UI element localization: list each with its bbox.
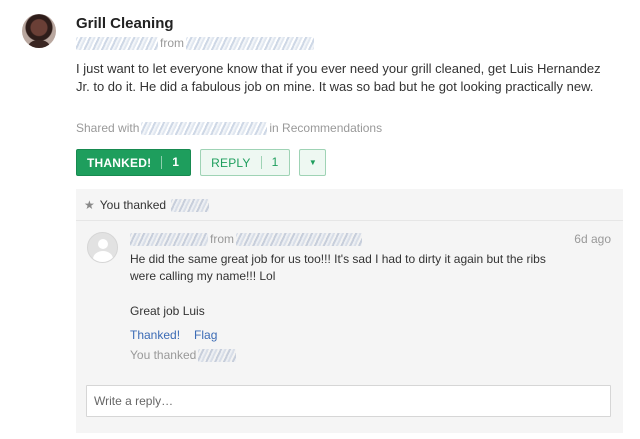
action-buttons: THANKED! 1 REPLY 1 ▼ bbox=[76, 149, 327, 176]
shared-prefix: Shared with bbox=[76, 121, 140, 135]
comment-you-thanked: You thanked bbox=[130, 348, 197, 362]
comment-meta: from bbox=[130, 232, 362, 246]
commenter-avatar[interactable] bbox=[87, 232, 118, 263]
comment-from-label: from bbox=[210, 232, 234, 246]
reply-count: 1 bbox=[260, 156, 290, 169]
redacted-author-name bbox=[76, 36, 158, 50]
shared-suffix[interactable]: in Recommendations bbox=[269, 121, 382, 135]
redacted-audience bbox=[141, 121, 268, 135]
redacted-commenter-neighborhood bbox=[236, 232, 362, 246]
redacted-thanked-name bbox=[171, 198, 210, 212]
comment-actions: Thanked! Flag bbox=[130, 328, 217, 342]
post-body: I just want to let everyone know that if… bbox=[76, 61, 601, 94]
reply-input[interactable] bbox=[86, 385, 611, 417]
redacted-comment-thanked-name bbox=[198, 348, 237, 362]
from-label: from bbox=[160, 36, 184, 50]
shared-line: Shared with in Recommendations bbox=[76, 121, 382, 135]
comment-flag-link[interactable]: Flag bbox=[194, 328, 217, 342]
post-title[interactable]: Grill Cleaning bbox=[76, 15, 174, 32]
comment-timestamp: 6d ago bbox=[574, 232, 611, 246]
comment-thanked-link[interactable]: Thanked! bbox=[130, 328, 180, 342]
post-card: Grill Cleaning from I just want to let e… bbox=[0, 0, 640, 439]
comment-thanked-line: You thanked bbox=[130, 348, 237, 362]
thanks-summary: ★ You thanked bbox=[84, 198, 210, 212]
comment-text: He did the same great job for us too!!! … bbox=[130, 252, 546, 283]
thanked-label: THANKED! bbox=[87, 155, 152, 170]
reply-thread: ★ You thanked from 6d ago He did the sam… bbox=[76, 189, 623, 433]
post-meta: from bbox=[76, 36, 314, 50]
star-icon: ★ bbox=[84, 198, 95, 212]
comment-text-second: Great job Luis bbox=[130, 304, 205, 318]
thread-divider bbox=[76, 220, 623, 221]
author-avatar[interactable] bbox=[22, 14, 56, 48]
reply-label: REPLY bbox=[211, 155, 251, 170]
thanked-count: 1 bbox=[161, 156, 190, 169]
redacted-commenter-name bbox=[130, 232, 208, 246]
chevron-down-icon: ▼ bbox=[308, 158, 318, 167]
more-dropdown-button[interactable]: ▼ bbox=[299, 149, 327, 176]
reply-button[interactable]: REPLY 1 bbox=[200, 149, 291, 176]
redacted-neighborhood bbox=[186, 36, 314, 50]
thanks-text: You thanked bbox=[99, 198, 167, 212]
thanked-button[interactable]: THANKED! 1 bbox=[76, 149, 192, 176]
